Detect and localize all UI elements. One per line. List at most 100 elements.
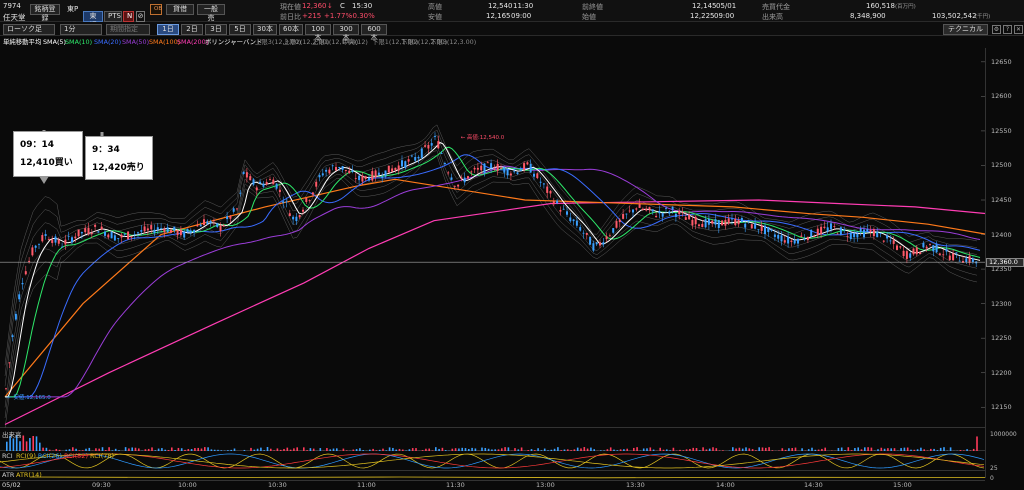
time-tick-label: 15:00 <box>893 481 912 489</box>
candle-body <box>371 171 374 181</box>
market-button[interactable]: 東証 <box>83 11 103 29</box>
ob-tag[interactable]: OB <box>150 4 162 15</box>
candle-body <box>549 191 552 194</box>
candle-body <box>414 157 417 161</box>
candle-body <box>661 213 664 217</box>
candle-body <box>628 210 631 212</box>
range-600[interactable]: 600本 <box>361 24 387 42</box>
technical-button[interactable]: テクニカル <box>943 24 988 35</box>
candle-body <box>674 213 677 217</box>
candle-body <box>196 225 199 227</box>
candle-body <box>84 228 87 233</box>
range-5d[interactable]: 5日 <box>229 24 251 35</box>
price-tick-label: 12250 <box>991 334 1012 343</box>
candle-body <box>651 209 654 212</box>
candle-body <box>407 159 410 162</box>
candle-body <box>57 239 60 244</box>
volume-label: 出来高 <box>762 13 783 21</box>
candle-body <box>948 255 951 260</box>
candle-body <box>71 237 73 243</box>
candle-body <box>318 175 321 178</box>
candle-body <box>602 242 605 245</box>
candle-body <box>18 294 21 300</box>
low-marker: ← 安値:12,165.0 <box>7 393 51 401</box>
lending-button[interactable]: 貸借 <box>166 4 194 15</box>
candle-body <box>278 189 281 193</box>
help-icon[interactable]: ? <box>1003 25 1012 34</box>
candle-body <box>582 232 585 234</box>
candle-body <box>203 219 205 226</box>
high-value: 12,540 <box>488 2 513 10</box>
time-tick-label: 13:30 <box>626 481 645 489</box>
range-2d[interactable]: 2日 <box>181 24 203 35</box>
volume-value: 8,348,900 <box>850 12 886 20</box>
candle-body <box>810 229 813 237</box>
volume-bar <box>39 442 41 451</box>
candle-body <box>212 220 215 222</box>
candle-body <box>777 234 780 239</box>
candle-body <box>523 163 526 171</box>
interval-select[interactable]: 1分 <box>60 24 102 35</box>
price-chart[interactable]: ← 高値:12,540.0 ← 安値:12,165.0 <box>0 48 988 429</box>
candle-body <box>341 166 344 170</box>
low-time: 09:00 <box>511 12 532 20</box>
general-sell-button[interactable]: 一般売 <box>197 4 225 22</box>
candle-body <box>645 208 648 211</box>
candle-body <box>34 245 37 248</box>
volume-bar <box>29 438 31 451</box>
candle-body <box>163 229 166 233</box>
candle-body <box>351 170 354 172</box>
candle-body <box>272 179 275 185</box>
candle-body <box>641 208 644 210</box>
rci-legend-item: RCI(52) <box>63 452 91 460</box>
range-300[interactable]: 300本 <box>333 24 359 42</box>
range-100[interactable]: 100本 <box>305 24 331 42</box>
candle-body <box>226 216 229 220</box>
current-price-marker: 12,360.0 <box>986 257 1024 267</box>
range-60[interactable]: 60本 <box>279 24 303 35</box>
gear-icon[interactable]: ⚙ <box>992 25 1001 34</box>
n-button[interactable]: N <box>123 11 134 22</box>
candle-body <box>44 234 47 237</box>
no-entry-icon[interactable]: ⊘ <box>136 11 145 22</box>
candle-body <box>265 181 268 185</box>
candle-body <box>328 169 331 174</box>
candle-body <box>394 167 397 170</box>
candle-body <box>467 176 469 179</box>
atr-axis-top: 25 <box>990 465 998 472</box>
chart-type-select[interactable]: ローソク足 <box>3 24 55 35</box>
candle-body <box>691 219 694 226</box>
candle-body <box>470 171 473 173</box>
range-30[interactable]: 30本 <box>253 24 277 35</box>
candle-body <box>579 227 582 231</box>
candle-body <box>929 244 931 245</box>
candle-body <box>856 233 859 238</box>
candle-body <box>592 243 595 251</box>
period-select[interactable]: 期間指定 <box>106 24 150 35</box>
candle-body <box>249 176 252 181</box>
rci-legend-item: RCI(9) <box>16 452 38 460</box>
candle-body <box>849 232 852 240</box>
candle-body <box>496 163 499 171</box>
favorite-button[interactable]: 銘柄登録 <box>30 4 60 22</box>
candle-body <box>872 229 875 237</box>
range-1d[interactable]: 1日 <box>157 24 179 35</box>
candle-body <box>447 172 450 174</box>
candle-body <box>358 175 361 181</box>
indicator-item: SMA(200) <box>177 38 209 46</box>
candle-body <box>942 254 945 256</box>
candle-body <box>193 229 196 233</box>
candle-body <box>556 200 559 204</box>
rci-lines-svg <box>0 453 985 469</box>
indicator-item: SMA(50) <box>122 38 150 46</box>
candle-body <box>236 208 238 210</box>
candle-body <box>542 183 545 185</box>
candle-body <box>767 227 770 233</box>
close-icon[interactable]: ✕ <box>1014 25 1023 34</box>
candle-body <box>625 213 628 215</box>
pts-button[interactable]: PTS <box>104 11 122 22</box>
candle-body <box>242 171 245 174</box>
candle-body <box>925 246 928 249</box>
range-3d[interactable]: 3日 <box>205 24 227 35</box>
candle-body <box>846 236 849 238</box>
